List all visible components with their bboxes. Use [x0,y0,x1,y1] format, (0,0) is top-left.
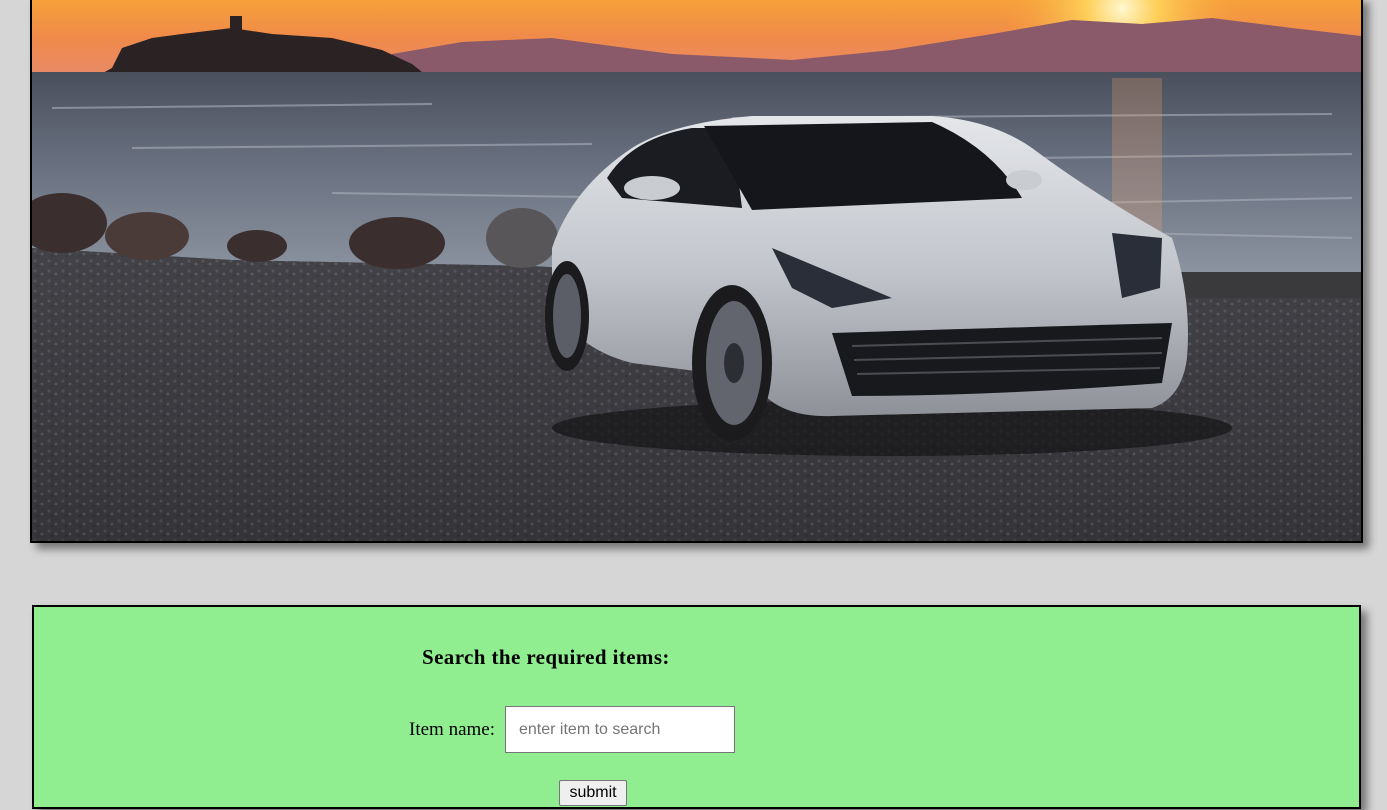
item-search-input[interactable] [505,706,735,753]
search-panel: Search the required items: Item name: su… [32,605,1361,809]
submit-button[interactable]: submit [559,780,627,806]
hero-photo [32,0,1361,541]
search-heading: Search the required items: [422,645,670,669]
item-name-label: Item name: [409,719,495,740]
hero-image [30,0,1363,543]
